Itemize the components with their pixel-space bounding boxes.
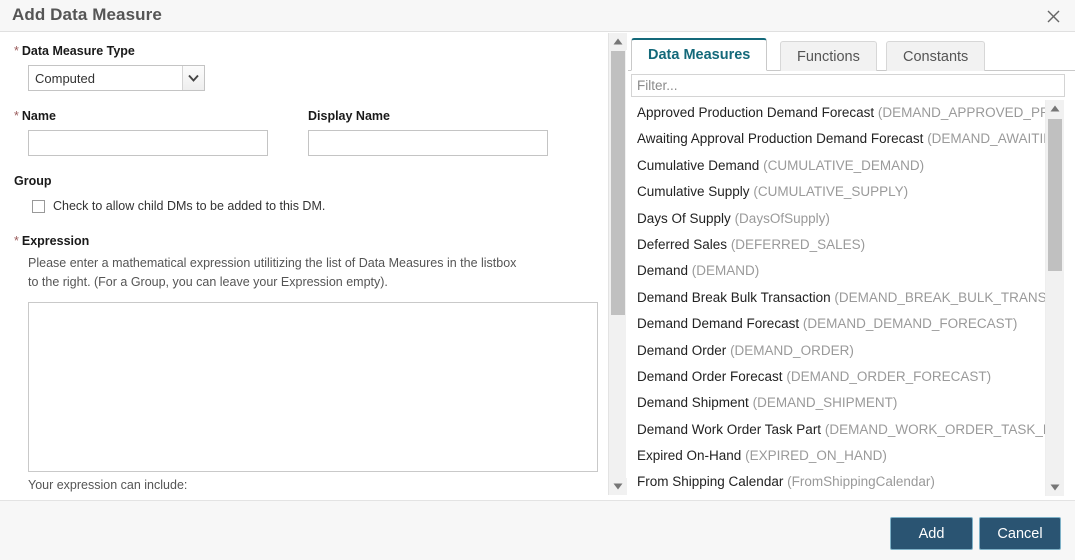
- list-item-name: Expired On-Hand: [637, 448, 741, 463]
- page-title: Add Data Measure: [12, 5, 162, 25]
- name-group: *Name: [14, 108, 268, 156]
- list-item[interactable]: Expired On-Hand (EXPIRED_ON_HAND): [631, 443, 1045, 469]
- tab-constants[interactable]: Constants: [886, 41, 985, 71]
- list-item-name: Demand Order Forecast: [637, 369, 783, 384]
- list-item-name: Demand Break Bulk Transaction: [637, 290, 831, 305]
- reference-pane: Data Measures Functions Constants Approv…: [628, 33, 1075, 500]
- data-measure-list-scroll-thumb[interactable]: [1048, 119, 1062, 271]
- list-item[interactable]: Cumulative Supply (CUMULATIVE_SUPPLY): [631, 179, 1045, 205]
- data-measure-type-group: *Data Measure Type Computed: [14, 43, 608, 91]
- list-item-name: Awaiting Approval Production Demand Fore…: [637, 131, 923, 146]
- list-item-code: (CUMULATIVE_DEMAND): [763, 158, 924, 173]
- group-checkbox-label: Check to allow child DMs to be added to …: [53, 199, 325, 213]
- tab-data-measures[interactable]: Data Measures: [631, 38, 767, 71]
- form-pane-scrollbar[interactable]: [608, 33, 626, 495]
- required-marker: *: [14, 44, 19, 58]
- list-item-name: Days Of Supply: [637, 211, 731, 226]
- list-item-name: Demand Demand Forecast: [637, 316, 799, 331]
- list-item[interactable]: From Shipping Calendar (FromShippingCale…: [631, 469, 1045, 495]
- group-section: Group Check to allow child DMs to be add…: [14, 173, 325, 213]
- list-item-code: (DEMAND_DEMAND_FORECAST): [803, 316, 1018, 331]
- list-item-name: Demand Shipment: [637, 395, 749, 410]
- dialog-footer: Add Cancel: [0, 500, 1075, 560]
- list-item[interactable]: Demand (DEMAND): [631, 258, 1045, 284]
- list-item[interactable]: Demand Work Order Task Part (DEMAND_WORK…: [631, 417, 1045, 443]
- expression-textarea[interactable]: [28, 302, 598, 472]
- list-item[interactable]: Awaiting Approval Production Demand Fore…: [631, 126, 1045, 152]
- data-measure-list[interactable]: Approved Production Demand Forecast (DEM…: [631, 100, 1046, 496]
- list-item[interactable]: Cumulative Demand (CUMULATIVE_DEMAND): [631, 153, 1045, 179]
- reference-tabs: Data Measures Functions Constants: [628, 38, 1075, 71]
- display-name-group: Display Name: [308, 108, 548, 156]
- list-item-name: From Shipping Calendar: [637, 474, 783, 489]
- group-label: Group: [14, 173, 325, 189]
- list-item-code: (DEMAND_BREAK_BULK_TRANSACTION): [834, 290, 1045, 305]
- list-item[interactable]: Demand Shipment (DEMAND_SHIPMENT): [631, 390, 1045, 416]
- data-measure-type-value: Computed: [29, 71, 182, 86]
- form-pane: *Data Measure Type Computed *Name Di: [0, 33, 608, 500]
- close-icon[interactable]: [1041, 4, 1065, 28]
- list-item-code: (DEMAND_APPROVED_PRODUCTION_FORECAST): [878, 105, 1045, 120]
- display-name-input[interactable]: [308, 130, 548, 156]
- expression-description: Please enter a mathematical expression u…: [28, 254, 528, 291]
- scroll-down-icon[interactable]: [609, 478, 627, 495]
- required-marker: *: [14, 109, 19, 123]
- chevron-down-icon: [182, 66, 204, 90]
- list-item-code: (DEMAND_ORDER_FORECAST): [786, 369, 991, 384]
- scroll-up-icon[interactable]: [1046, 100, 1064, 117]
- list-item-code: (DEMAND_ORDER): [730, 343, 854, 358]
- expression-label: *Expression: [14, 233, 598, 249]
- expression-footer-note: Your expression can include:: [28, 478, 598, 492]
- list-item-code: (DEMAND_WORK_ORDER_TASK_PART): [825, 422, 1045, 437]
- list-item-name: Demand Order: [637, 343, 726, 358]
- list-item[interactable]: Days Of Supply (DaysOfSupply): [631, 206, 1045, 232]
- display-name-label: Display Name: [308, 108, 548, 124]
- required-marker: *: [14, 234, 19, 248]
- list-item-code: (DEMAND_AWAITING_APPROVAL_PRODUCTION_FOR…: [927, 131, 1045, 146]
- data-measure-type-label: *Data Measure Type: [14, 43, 608, 59]
- list-item-code: (EXPIRED_ON_HAND): [745, 448, 887, 463]
- list-item-code: (DaysOfSupply): [735, 211, 830, 226]
- list-item[interactable]: Demand Break Bulk Transaction (DEMAND_BR…: [631, 285, 1045, 311]
- list-item-name: Cumulative Supply: [637, 184, 750, 199]
- list-item-code: (DEFERRED_SALES): [731, 237, 865, 252]
- tab-functions[interactable]: Functions: [780, 41, 877, 71]
- filter-input[interactable]: [631, 74, 1065, 97]
- form-pane-scroll-thumb[interactable]: [611, 51, 625, 315]
- list-item-code: (FromShippingCalendar): [787, 474, 935, 489]
- group-checkbox[interactable]: [32, 200, 45, 213]
- dialog-body: *Data Measure Type Computed *Name Di: [0, 33, 1075, 500]
- scroll-up-icon[interactable]: [609, 33, 627, 50]
- list-item-name: Deferred Sales: [637, 237, 727, 252]
- add-button[interactable]: Add: [890, 517, 973, 550]
- list-item-name: Demand Work Order Task Part: [637, 422, 821, 437]
- list-item-code: (DEMAND): [692, 263, 760, 278]
- name-input[interactable]: [28, 130, 268, 156]
- list-item[interactable]: Demand Order (DEMAND_ORDER): [631, 338, 1045, 364]
- list-item[interactable]: Deferred Sales (DEFERRED_SALES): [631, 232, 1045, 258]
- group-checkbox-row[interactable]: Check to allow child DMs to be added to …: [32, 199, 325, 213]
- list-item[interactable]: Demand Order Forecast (DEMAND_ORDER_FORE…: [631, 364, 1045, 390]
- list-item-code: (DEMAND_SHIPMENT): [753, 395, 898, 410]
- expression-section: *Expression Please enter a mathematical …: [14, 233, 598, 492]
- list-item[interactable]: Approved Production Demand Forecast (DEM…: [631, 100, 1045, 126]
- list-item-name: Cumulative Demand: [637, 158, 759, 173]
- data-measure-type-select[interactable]: Computed: [28, 65, 205, 91]
- cancel-button[interactable]: Cancel: [979, 517, 1061, 550]
- list-item-name: Demand: [637, 263, 688, 278]
- list-item[interactable]: Demand Demand Forecast (DEMAND_DEMAND_FO…: [631, 311, 1045, 337]
- scroll-down-icon[interactable]: [1046, 479, 1064, 496]
- name-label: *Name: [14, 108, 268, 124]
- list-item-code: (CUMULATIVE_SUPPLY): [753, 184, 908, 199]
- data-measure-list-scrollbar[interactable]: [1046, 100, 1064, 496]
- dialog-header: Add Data Measure: [0, 0, 1075, 32]
- list-item-name: Approved Production Demand Forecast: [637, 105, 874, 120]
